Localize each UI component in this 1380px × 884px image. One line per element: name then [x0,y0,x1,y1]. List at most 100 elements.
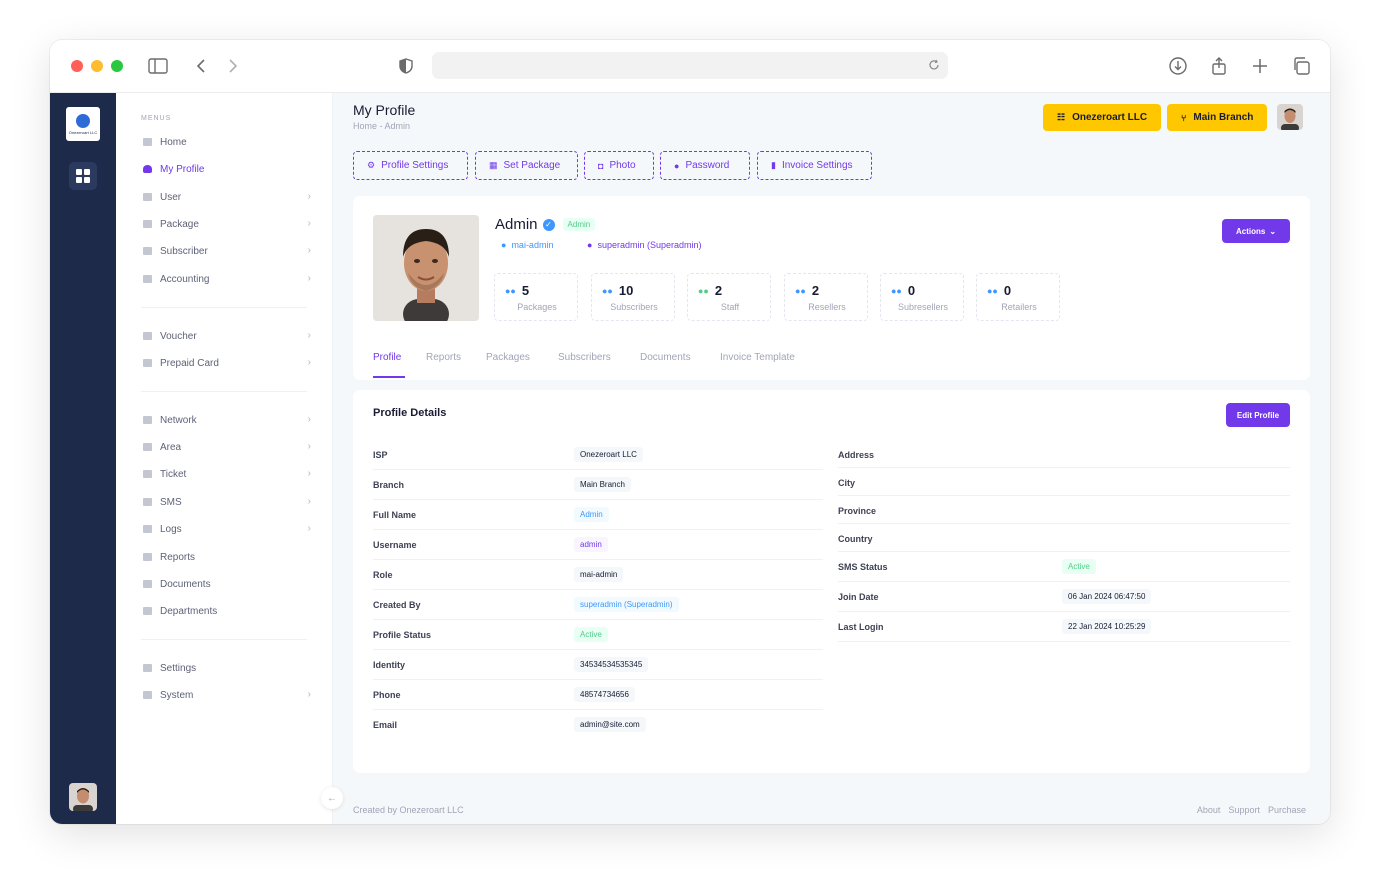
detail-row-created-by: Created By superadmin (Superadmin) [373,590,823,620]
profile-name: Admin [495,216,538,233]
rail-user-avatar[interactable] [69,783,97,811]
stat-label: Resellers [808,302,846,312]
voucher-icon [141,330,153,342]
download-icon[interactable] [1167,55,1189,77]
sidebar-item-label: Network [160,414,197,426]
sidebar-item-sms[interactable]: SMS › [141,493,311,511]
sidebar-item-settings[interactable]: Settings [141,659,311,677]
sidebar-item-system[interactable]: System › [141,686,311,704]
reload-icon[interactable] [926,57,942,73]
user-lock-icon: ● [674,160,680,171]
detail-value-link[interactable]: superadmin (Superadmin) [574,597,679,612]
detail-value: mai-admin [574,567,624,582]
tab-set-package[interactable]: ▦ Set Package [475,151,578,180]
footer-link-support[interactable]: Support [1228,805,1260,815]
chevron-right-icon: › [307,523,311,534]
header-user-avatar[interactable] [1277,104,1303,130]
stat-packages[interactable]: ●● 5 Packages [494,273,578,321]
shield-icon[interactable] [395,55,417,77]
detail-row-isp: ISP Onezeroart LLC [373,440,823,470]
detail-key: Branch [373,480,405,490]
username-link-text: mai-admin [511,240,554,250]
footer-link-purchase[interactable]: Purchase [1268,805,1306,815]
browser-window: Onezeroart LLC MENUS Home My Profile Use… [50,40,1330,824]
actions-dropdown-button[interactable]: Actions ⌄ [1222,219,1290,243]
edit-profile-button[interactable]: Edit Profile [1226,403,1290,427]
sidebar-item-label: User [160,191,182,203]
file-icon: ▮ [771,160,776,170]
chevron-down-icon: ⌄ [1269,226,1277,236]
profile-tab-documents[interactable]: Documents [640,352,691,363]
detail-key: Role [373,570,393,580]
sidebar-item-home[interactable]: Home [141,133,311,151]
stat-label: Packages [517,302,557,312]
sidebar-item-subscriber[interactable]: Subscriber › [141,242,311,260]
minimize-window-button[interactable] [91,60,103,72]
sidebar-item-label: Settings [160,662,197,674]
sidebar-toggle-icon[interactable] [147,55,169,77]
footer-brand-link[interactable]: Onezeroart LLC [400,805,464,815]
profile-tab-subscribers[interactable]: Subscribers [558,352,611,363]
new-tab-icon[interactable] [1249,55,1271,77]
brand-logo[interactable]: Onezeroart LLC [66,107,100,141]
stat-staff[interactable]: ●● 2 Staff [687,273,771,321]
address-bar[interactable] [432,52,948,79]
detail-key: Identity [373,660,406,670]
sidebar-item-documents[interactable]: Documents [141,575,311,593]
breadcrumb[interactable]: Home - Admin [353,121,410,131]
detail-row-username: Username admin [373,530,823,560]
departments-icon [141,605,153,617]
detail-row-last-login: Last Login 22 Jan 2024 10:25:29 [838,612,1290,642]
user-icon: ● [501,240,507,250]
sidebar-item-logs[interactable]: Logs › [141,520,311,538]
stat-label: Staff [720,302,740,312]
back-icon[interactable] [190,55,212,77]
tab-password[interactable]: ● Password [660,151,750,180]
company-button[interactable]: ☷ Onezeroart LLC [1043,104,1162,131]
forward-icon[interactable] [222,55,244,77]
profile-tab-reports[interactable]: Reports [426,352,461,363]
profile-tab-packages[interactable]: Packages [486,352,530,363]
sidebar-item-accounting[interactable]: Accounting › [141,270,311,288]
sidebar-item-area[interactable]: Area › [141,438,311,456]
profile-tab-invoice-template[interactable]: Invoice Template [720,352,795,363]
sidebar-item-user[interactable]: User › [141,188,311,206]
sidebar-item-prepaid-card[interactable]: Prepaid Card › [141,354,311,372]
sidebar-item-label: Prepaid Card [160,357,219,369]
stat-resellers[interactable]: ●● 2 Resellers [784,273,868,321]
tab-profile-settings[interactable]: ⚙ Profile Settings [353,151,468,180]
sidebar-item-package[interactable]: Package › [141,215,311,233]
created-by-link[interactable]: ● superadmin (Superadmin) [587,240,702,250]
detail-key: Last Login [838,622,884,632]
stat-subscribers[interactable]: ●● 10 Subscribers [591,273,675,321]
detail-value: Main Branch [574,477,631,492]
close-window-button[interactable] [71,60,83,72]
tab-invoice-settings[interactable]: ▮ Invoice Settings [757,151,872,180]
sidebar-item-ticket[interactable]: Ticket › [141,465,311,483]
profile-photo [373,215,479,321]
stat-retailers[interactable]: ●● 0 Retailers [976,273,1060,321]
profile-tab-profile[interactable]: Profile [373,352,401,363]
sidebar-item-my-profile[interactable]: My Profile [141,160,311,178]
share-icon[interactable] [1208,55,1230,77]
branch-button[interactable]: ⑂ Main Branch [1167,104,1268,131]
stat-label: Subscribers [610,302,658,312]
sidebar-item-label: Departments [160,605,218,617]
stat-subresellers[interactable]: ●● 0 Subresellers [880,273,964,321]
maximize-window-button[interactable] [111,60,123,72]
username-link[interactable]: ● mai-admin [501,240,553,250]
tabs-overview-icon[interactable] [1290,55,1312,77]
chevron-right-icon: › [307,191,311,202]
footer-links: About Support Purchase [1197,805,1306,815]
tab-photo[interactable]: ◘ Photo [584,151,654,180]
sidebar-item-label: Area [160,441,182,453]
home-icon [141,136,153,148]
sidebar-item-voucher[interactable]: Voucher › [141,327,311,345]
footer-link-about[interactable]: About [1197,805,1221,815]
apps-grid-icon[interactable] [69,162,97,190]
sidebar-item-reports[interactable]: Reports [141,548,311,566]
company-button-label: Onezeroart LLC [1072,112,1148,123]
browser-toolbar [50,40,1330,93]
sidebar-item-network[interactable]: Network › [141,411,311,429]
sidebar-item-departments[interactable]: Departments [141,602,311,620]
